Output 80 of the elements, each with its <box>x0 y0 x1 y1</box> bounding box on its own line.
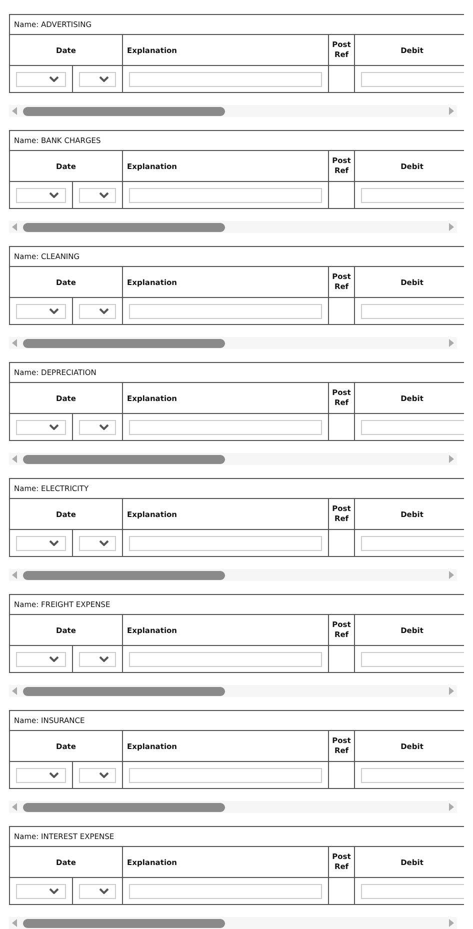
horizontal-scrollbar[interactable] <box>9 453 457 465</box>
chevron-down-icon <box>99 656 109 662</box>
month-dropdown[interactable] <box>16 188 66 202</box>
day-dropdown[interactable] <box>79 768 116 782</box>
scroll-left-icon[interactable] <box>12 455 17 463</box>
scrollbar-thumb[interactable] <box>23 686 225 696</box>
scroll-right-icon[interactable] <box>449 223 454 231</box>
scroll-left-icon[interactable] <box>12 107 17 115</box>
scroll-left-icon[interactable] <box>12 803 17 811</box>
chevron-down-icon <box>49 76 59 82</box>
chevron-down-icon <box>49 540 59 546</box>
month-dropdown[interactable] <box>16 884 66 898</box>
day-dropdown[interactable] <box>79 536 116 550</box>
day-dropdown[interactable] <box>79 188 116 202</box>
scrollbar-thumb[interactable] <box>23 570 225 580</box>
explanation-field[interactable] <box>129 72 322 86</box>
scroll-left-icon[interactable] <box>12 339 17 347</box>
day-dropdown[interactable] <box>79 652 116 666</box>
scrollbar-thumb[interactable] <box>23 454 225 464</box>
horizontal-scrollbar[interactable] <box>9 685 457 697</box>
horizontal-scrollbar[interactable] <box>9 221 457 233</box>
month-dropdown[interactable] <box>16 420 66 434</box>
horizontal-scrollbar[interactable] <box>9 337 457 349</box>
explanation-field[interactable] <box>129 768 322 782</box>
explanation-field[interactable] <box>129 884 322 898</box>
horizontal-scrollbar[interactable] <box>9 917 457 929</box>
chevron-down-icon <box>99 888 109 894</box>
debit-field[interactable] <box>361 652 464 666</box>
day-dropdown[interactable] <box>79 72 116 86</box>
debit-field[interactable] <box>361 188 464 202</box>
day-dropdown[interactable] <box>79 304 116 318</box>
explanation-field[interactable] <box>129 652 322 666</box>
explanation-field[interactable] <box>129 536 322 550</box>
scroll-right-icon[interactable] <box>449 803 454 811</box>
chevron-down-icon <box>99 540 109 546</box>
scrollbar-thumb[interactable] <box>23 222 225 232</box>
debit-field[interactable] <box>361 768 464 782</box>
scroll-left-icon[interactable] <box>12 223 17 231</box>
chevron-down-icon <box>99 772 109 778</box>
month-dropdown[interactable] <box>16 652 66 666</box>
chevron-down-icon <box>49 424 59 430</box>
explanation-field[interactable] <box>129 304 322 318</box>
scroll-right-icon[interactable] <box>449 919 454 927</box>
horizontal-scrollbar[interactable] <box>9 569 457 581</box>
day-dropdown[interactable] <box>79 420 116 434</box>
chevron-down-icon <box>99 308 109 314</box>
chevron-down-icon <box>49 656 59 662</box>
debit-field[interactable] <box>361 72 464 86</box>
chevron-down-icon <box>99 192 109 198</box>
scroll-right-icon[interactable] <box>449 687 454 695</box>
month-dropdown[interactable] <box>16 304 66 318</box>
month-dropdown[interactable] <box>16 768 66 782</box>
scroll-left-icon[interactable] <box>12 687 17 695</box>
chevron-down-icon <box>49 888 59 894</box>
scroll-left-icon[interactable] <box>12 571 17 579</box>
scrollbar-thumb[interactable] <box>23 802 225 812</box>
scrollbar-thumb[interactable] <box>23 338 225 348</box>
scroll-left-icon[interactable] <box>12 919 17 927</box>
explanation-field[interactable] <box>129 420 322 434</box>
chevron-down-icon <box>99 424 109 430</box>
month-dropdown[interactable] <box>16 536 66 550</box>
scroll-right-icon[interactable] <box>449 107 454 115</box>
month-dropdown[interactable] <box>16 72 66 86</box>
scrollbar-thumb[interactable] <box>23 918 225 928</box>
chevron-down-icon <box>49 308 59 314</box>
debit-field[interactable] <box>361 420 464 434</box>
debit-field[interactable] <box>361 536 464 550</box>
chevron-down-icon <box>99 76 109 82</box>
scrollbar-thumb[interactable] <box>23 106 225 116</box>
horizontal-scrollbar[interactable] <box>9 105 457 117</box>
scroll-right-icon[interactable] <box>449 339 454 347</box>
debit-field[interactable] <box>361 304 464 318</box>
scroll-right-icon[interactable] <box>449 571 454 579</box>
explanation-field[interactable] <box>129 188 322 202</box>
scroll-right-icon[interactable] <box>449 455 454 463</box>
chevron-down-icon <box>49 772 59 778</box>
debit-field[interactable] <box>361 884 464 898</box>
horizontal-scrollbar[interactable] <box>9 801 457 813</box>
chevron-down-icon <box>49 192 59 198</box>
day-dropdown[interactable] <box>79 884 116 898</box>
